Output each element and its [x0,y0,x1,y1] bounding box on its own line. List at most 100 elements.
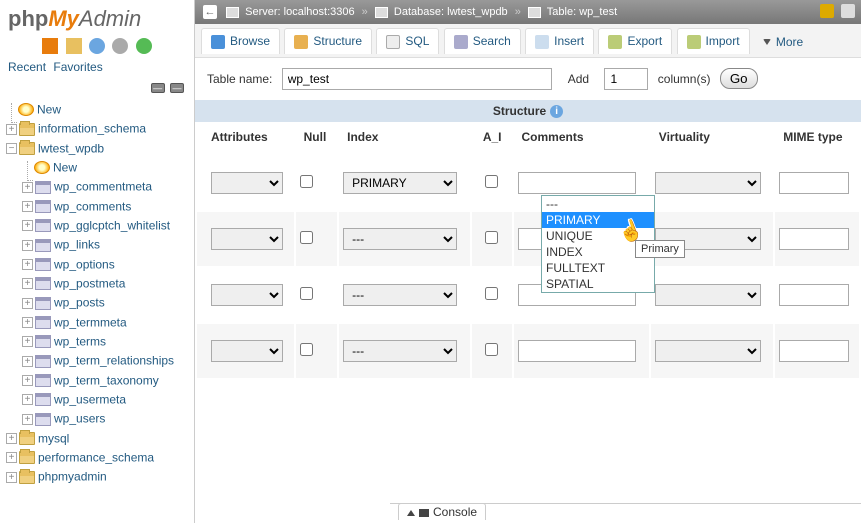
tree-db[interactable]: mysql [38,431,69,445]
tree-toggle[interactable]: + [22,375,33,386]
collapse-panel-icon[interactable]: — [170,83,184,93]
tab-export[interactable]: Export [598,28,672,54]
virtuality-select[interactable] [655,340,761,362]
add-columns-input[interactable] [604,68,648,90]
tree-toggle[interactable]: + [6,433,17,444]
tree-toggle[interactable]: + [22,201,33,212]
tree-table[interactable]: wp_commentmeta [54,180,152,194]
mime-input[interactable] [779,172,849,194]
ai-checkbox[interactable] [485,231,498,244]
favorites-link[interactable]: Favorites [53,60,102,74]
mime-input[interactable] [779,228,849,250]
go-button[interactable]: Go [720,68,758,89]
tablename-input[interactable] [282,68,552,90]
tree-toggle[interactable]: + [6,472,17,483]
help-icon[interactable] [89,38,105,54]
attributes-select[interactable] [211,228,283,250]
tree-table[interactable]: wp_postmeta [54,276,125,290]
tree-table[interactable]: wp_usermeta [54,392,126,406]
tree-toggle[interactable]: + [22,240,33,251]
tab-more[interactable]: More [754,30,812,54]
tab-sql[interactable]: SQL [376,28,439,54]
tree-toggle[interactable]: + [22,182,33,193]
virtuality-select[interactable] [655,172,761,194]
tree-new-table[interactable]: New [53,160,77,174]
info-icon[interactable]: i [550,105,563,118]
database-icon[interactable] [66,38,82,54]
tree-db[interactable]: performance_schema [38,450,154,464]
tree-table[interactable]: wp_gglcptch_whitelist [54,218,170,232]
settings-icon[interactable] [112,38,128,54]
tree-toggle[interactable]: + [22,356,33,367]
comments-input[interactable] [518,172,636,194]
index-option[interactable]: --- [542,196,654,212]
tree-db[interactable]: information_schema [38,122,146,136]
index-option[interactable]: INDEX [542,244,654,260]
ai-checkbox[interactable] [485,287,498,300]
tree-toggle[interactable]: + [22,220,33,231]
tree-toggle[interactable]: + [6,452,17,463]
bc-server-link[interactable]: localhost:3306 [284,6,355,18]
null-checkbox[interactable] [300,287,313,300]
tree-db[interactable]: lwtest_wpdb [38,141,104,155]
tree-toggle[interactable]: − [6,143,17,154]
bc-table-link[interactable]: wp_test [579,6,617,18]
null-checkbox[interactable] [300,175,313,188]
index-option[interactable]: SPATIAL [542,276,654,292]
tree-table[interactable]: wp_termmeta [54,315,127,329]
home-icon[interactable] [42,38,58,54]
index-select[interactable]: --- [343,284,457,306]
attributes-select[interactable] [211,172,283,194]
tree-table[interactable]: wp_comments [54,199,131,213]
attributes-select[interactable] [211,284,283,306]
reload-icon[interactable] [136,38,152,54]
tree-new-db[interactable]: New [37,102,61,116]
tab-structure[interactable]: Structure [284,28,372,54]
index-dropdown-list[interactable]: ---PRIMARYUNIQUEINDEXFULLTEXTSPATIAL [541,195,655,293]
null-checkbox[interactable] [300,231,313,244]
index-option[interactable]: FULLTEXT [542,260,654,276]
virtuality-select[interactable] [655,228,761,250]
comments-input[interactable] [518,340,636,362]
tree-toggle[interactable]: + [6,124,17,135]
tree-table[interactable]: wp_links [54,238,100,252]
tree-toggle[interactable]: + [22,278,33,289]
tree-toggle[interactable]: + [22,317,33,328]
mime-input[interactable] [779,340,849,362]
tree-table[interactable]: wp_users [54,412,105,426]
mime-input[interactable] [779,284,849,306]
tree-table[interactable]: wp_options [54,257,115,271]
tree-table[interactable]: wp_term_relationships [54,354,174,368]
tree-table[interactable]: wp_posts [54,296,105,310]
tab-insert[interactable]: Insert [525,28,594,54]
ai-checkbox[interactable] [485,343,498,356]
nav-back-icon[interactable]: ← [203,5,217,19]
tree-db[interactable]: phpmyadmin [38,470,107,484]
recent-link[interactable]: Recent [8,60,46,74]
virtuality-select[interactable] [655,284,761,306]
attributes-select[interactable] [211,340,283,362]
tree-toggle[interactable]: + [22,414,33,425]
tree-toggle[interactable]: + [22,394,33,405]
tab-import[interactable]: Import [677,28,750,54]
console-toggle[interactable]: Console [398,503,486,520]
logo[interactable]: phpMyAdmin [0,0,194,36]
tree-table[interactable]: wp_terms [54,334,106,348]
null-checkbox[interactable] [300,343,313,356]
index-option[interactable]: PRIMARY [542,212,654,228]
tree-toggle[interactable]: + [22,259,33,270]
tab-browse[interactable]: Browse [201,28,280,54]
page-settings-icon[interactable] [841,4,855,18]
index-option[interactable]: UNIQUE [542,228,654,244]
tree-table[interactable]: wp_term_taxonomy [54,373,159,387]
ai-checkbox[interactable] [485,175,498,188]
lock-icon[interactable] [820,4,834,18]
index-select[interactable]: PRIMARY [343,172,457,194]
collapse-tree-icon[interactable]: — [151,83,165,93]
tree-toggle[interactable]: + [22,298,33,309]
bc-db-link[interactable]: lwtest_wpdb [447,6,508,18]
tree-toggle[interactable]: + [22,336,33,347]
index-select[interactable]: --- [343,340,457,362]
index-select[interactable]: --- [343,228,457,250]
tab-search[interactable]: Search [444,28,521,54]
